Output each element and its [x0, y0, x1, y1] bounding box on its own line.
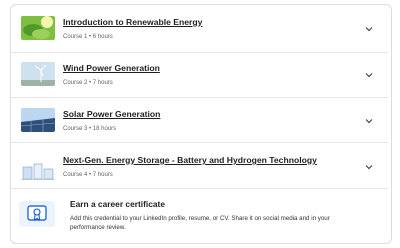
course-meta: Course 2 • 7 hours [63, 80, 113, 86]
chevron-down-icon[interactable] [364, 70, 374, 80]
course-meta: Course 4 • 7 hours [63, 172, 113, 178]
course-title[interactable]: Next-Gen. Energy Storage - Battery and H… [63, 155, 317, 165]
wind-turbine-icon [21, 62, 55, 86]
chevron-down-icon[interactable] [364, 116, 374, 126]
course-item-2[interactable]: Wind Power Generation Course 2 • 7 hours [10, 58, 388, 102]
divider [10, 52, 388, 53]
course-title[interactable]: Solar Power Generation [63, 109, 160, 119]
certificate-description: Add this credential to your LinkedIn pro… [70, 215, 330, 231]
course-meta: Course 1 • 6 hours [63, 34, 113, 40]
divider [10, 188, 388, 189]
battery-storage-icon [21, 158, 55, 182]
divider [10, 142, 388, 143]
course-title[interactable]: Wind Power Generation [63, 63, 160, 73]
solar-panel-icon [21, 108, 55, 132]
course-title[interactable]: Introduction to Renewable Energy [63, 17, 202, 27]
course-item-1[interactable]: Introduction to Renewable Energy Course … [10, 12, 388, 56]
chevron-down-icon[interactable] [364, 24, 374, 34]
career-certificate-section: Earn a career certificate Add this crede… [10, 193, 388, 237]
chevron-down-icon[interactable] [364, 162, 374, 172]
divider [10, 97, 388, 98]
certificate-title: Earn a career certificate [70, 199, 165, 209]
certificate-icon [19, 201, 55, 227]
course-meta: Course 3 • 18 hours [63, 126, 117, 132]
leaf-sun-icon [21, 16, 55, 40]
